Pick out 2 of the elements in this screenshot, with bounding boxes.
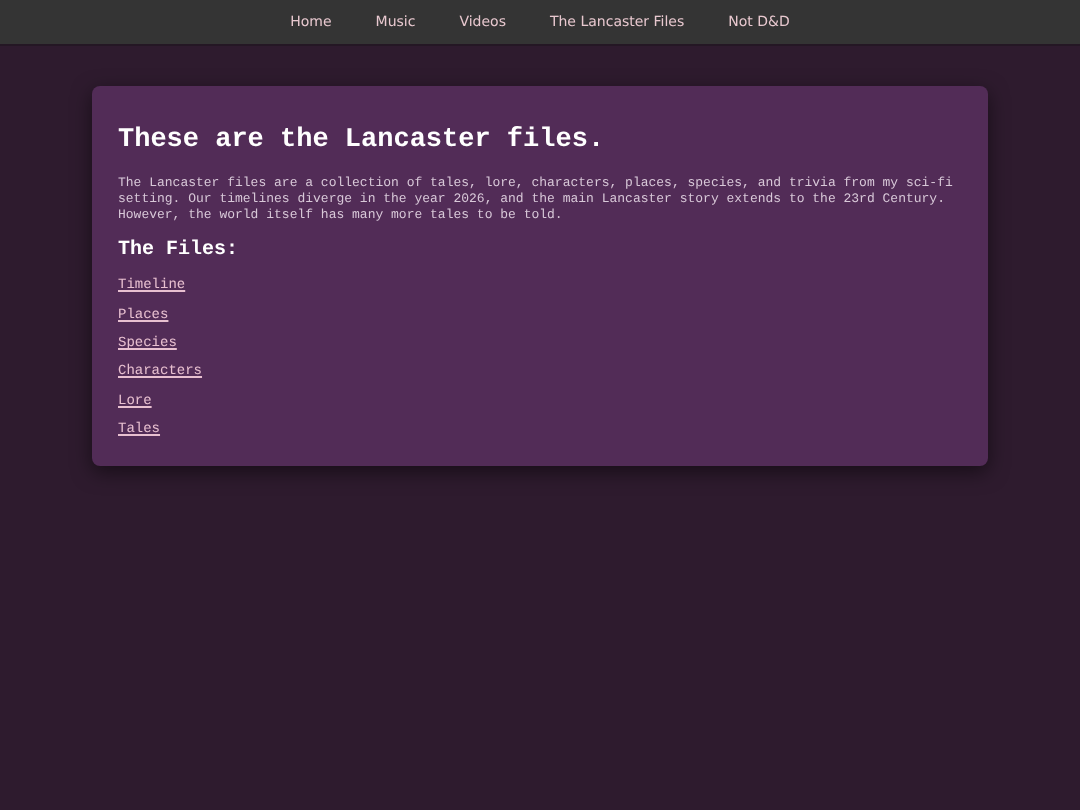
section-heading: The Files:	[118, 240, 241, 263]
page-title: These are the Lancaster files.	[118, 126, 607, 156]
